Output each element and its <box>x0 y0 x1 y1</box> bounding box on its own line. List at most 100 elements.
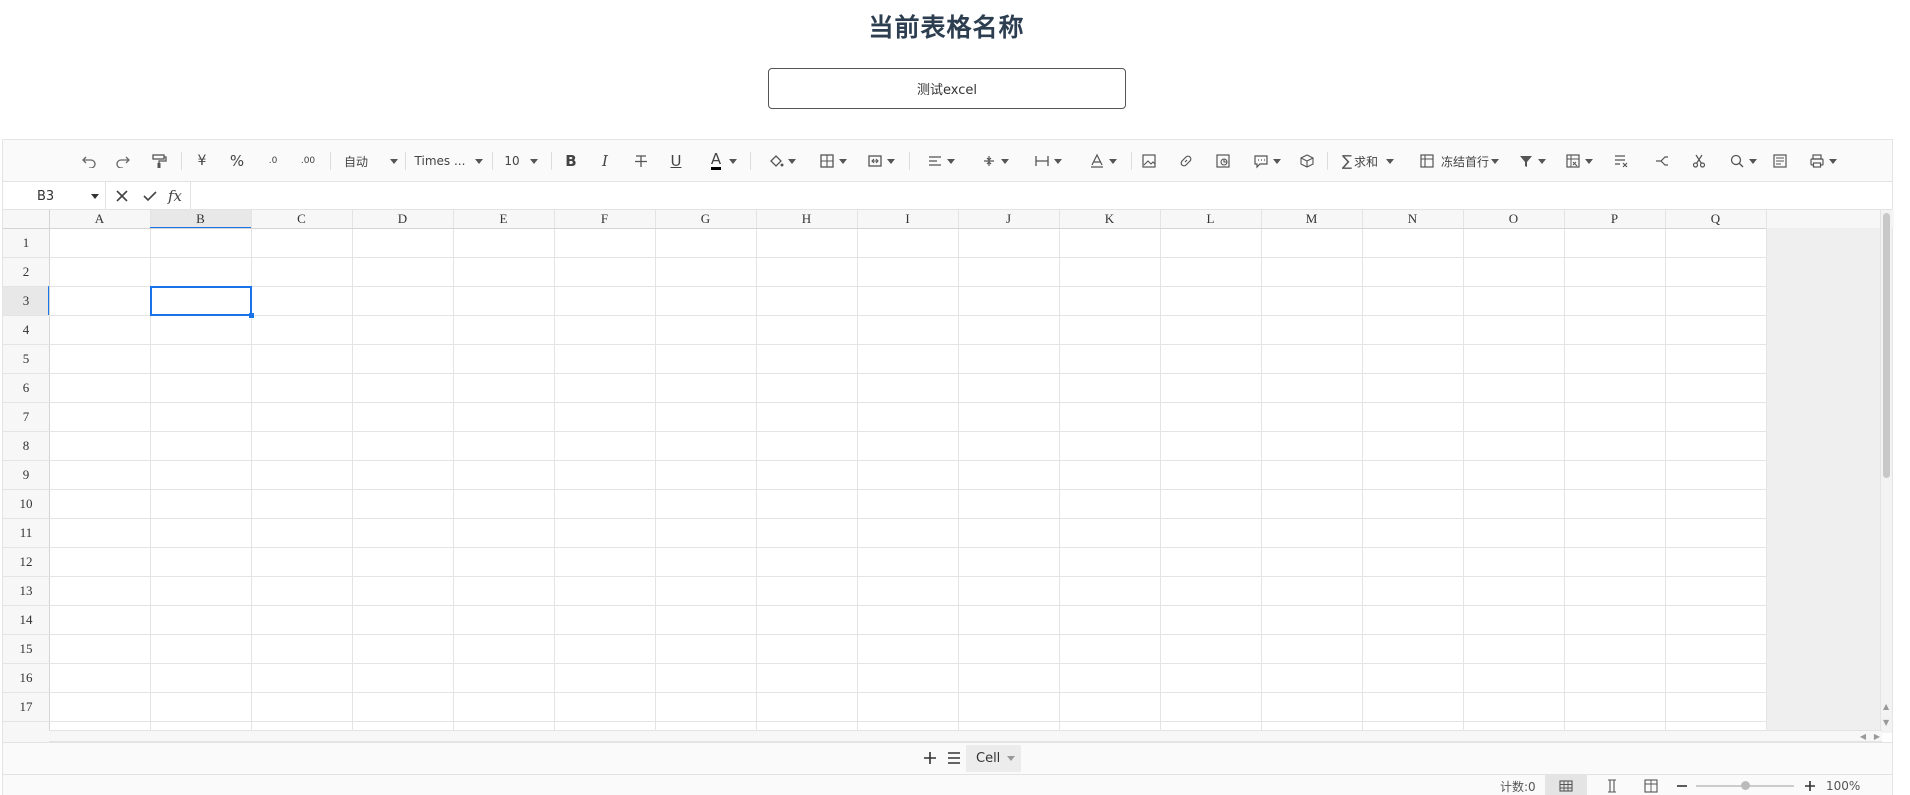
page-title: 当前表格名称 <box>868 13 1025 42</box>
row-header[interactable]: 16 <box>3 663 49 692</box>
formula-input[interactable] <box>190 182 1892 210</box>
underline-button[interactable]: U <box>666 149 686 173</box>
row-header[interactable]: 4 <box>3 315 49 344</box>
conditional-format-button[interactable] <box>1561 149 1597 173</box>
page-layout-view-button[interactable] <box>1640 775 1662 795</box>
column-header[interactable]: O <box>1463 210 1564 228</box>
number-format-select[interactable]: 自动 <box>343 149 399 173</box>
undo-icon <box>82 156 96 168</box>
row-header[interactable]: 12 <box>3 547 49 576</box>
chevron-down-icon[interactable] <box>1007 756 1015 761</box>
column-header[interactable]: D <box>352 210 453 228</box>
sheet-tab[interactable]: Cell <box>966 745 1021 772</box>
scroll-down-icon[interactable]: ▼ <box>1883 718 1889 727</box>
merge-cells-button[interactable] <box>861 149 901 173</box>
row-header[interactable]: 1 <box>3 228 49 257</box>
search-button[interactable] <box>1725 149 1761 173</box>
horizontal-scrollbar[interactable]: ◀ ▶ <box>49 730 1882 742</box>
zoom-out-button[interactable] <box>1675 775 1689 795</box>
screenshot-button[interactable] <box>1297 149 1317 173</box>
column-header[interactable]: M <box>1261 210 1362 228</box>
bold-button[interactable]: B <box>561 149 581 173</box>
toolbar-divider <box>405 152 406 170</box>
column-header[interactable]: H <box>756 210 857 228</box>
column-header[interactable]: L <box>1160 210 1261 228</box>
sheet-list-button[interactable] <box>945 749 963 767</box>
vertical-scroll-thumb[interactable] <box>1883 213 1890 478</box>
insert-link-button[interactable] <box>1176 149 1196 173</box>
row-header[interactable]: 8 <box>3 431 49 460</box>
scroll-left-icon[interactable]: ◀ <box>1860 732 1866 741</box>
row-header[interactable]: 10 <box>3 489 49 518</box>
column-header[interactable]: E <box>453 210 554 228</box>
split-column-button[interactable] <box>1652 149 1672 173</box>
insert-comment-button[interactable] <box>1249 149 1285 173</box>
font-color-button[interactable]: A <box>705 149 743 173</box>
column-header[interactable]: K <box>1059 210 1160 228</box>
row-header[interactable]: 2 <box>3 257 49 286</box>
vertical-scrollbar[interactable]: ▲ ▼ <box>1880 210 1892 733</box>
column-header[interactable]: N <box>1362 210 1463 228</box>
row-header[interactable]: 5 <box>3 344 49 373</box>
row-header[interactable]: 9 <box>3 460 49 489</box>
row-header[interactable]: 13 <box>3 576 49 605</box>
insert-chart-button[interactable] <box>1213 149 1233 173</box>
font-family-select[interactable]: Times ... <box>413 149 485 173</box>
undo-button[interactable] <box>79 149 99 173</box>
scroll-up-icon[interactable]: ▲ <box>1883 702 1889 711</box>
column-header[interactable]: P <box>1564 210 1665 228</box>
italic-button[interactable]: I <box>595 149 615 173</box>
decimal-decrease-button[interactable]: .0 <box>263 149 283 173</box>
percent-button[interactable]: % <box>227 149 247 173</box>
cut-button[interactable] <box>1689 149 1709 173</box>
page-break-view-button[interactable] <box>1601 775 1623 795</box>
add-sheet-button[interactable] <box>921 749 939 767</box>
selected-cell[interactable] <box>150 286 252 316</box>
filter-button[interactable] <box>1515 149 1549 173</box>
column-header[interactable]: F <box>554 210 655 228</box>
font-size-select[interactable]: 10 <box>501 149 541 173</box>
row-header[interactable]: 7 <box>3 402 49 431</box>
row-header[interactable]: 14 <box>3 605 49 634</box>
print-button[interactable] <box>1805 149 1841 173</box>
cell-reference-box[interactable]: B3 <box>3 182 106 210</box>
redo-button[interactable] <box>113 149 133 173</box>
function-button[interactable]: fx <box>165 186 185 206</box>
insert-image-button[interactable] <box>1139 149 1159 173</box>
zoom-slider-thumb[interactable] <box>1741 781 1750 790</box>
text-rotate-button[interactable] <box>1083 149 1123 173</box>
column-header[interactable]: A <box>49 210 150 228</box>
vertical-align-button[interactable] <box>975 149 1015 173</box>
cancel-edit-button[interactable] <box>113 186 131 206</box>
data-validation-button[interactable] <box>1611 149 1631 173</box>
sheet-name-input[interactable] <box>768 68 1126 109</box>
format-painter-button[interactable] <box>149 149 169 173</box>
row-header[interactable]: 15 <box>3 634 49 663</box>
fill-color-button[interactable] <box>763 149 801 173</box>
column-header[interactable]: I <box>857 210 958 228</box>
template-button[interactable] <box>1770 149 1790 173</box>
column-header[interactable]: C <box>251 210 352 228</box>
decimal-increase-button[interactable]: .00 <box>297 149 319 173</box>
column-header[interactable]: G <box>655 210 756 228</box>
column-header[interactable]: Q <box>1665 210 1766 228</box>
confirm-edit-button[interactable] <box>141 186 159 206</box>
row-header[interactable]: 11 <box>3 518 49 547</box>
column-header[interactable]: B <box>150 210 251 228</box>
scroll-right-icon[interactable]: ▶ <box>1874 732 1880 741</box>
fill-handle[interactable] <box>249 313 254 318</box>
text-wrap-button[interactable] <box>1028 149 1068 173</box>
column-header[interactable]: J <box>958 210 1059 228</box>
zoom-in-button[interactable] <box>1803 775 1817 795</box>
row-header[interactable]: 6 <box>3 373 49 402</box>
cell-grid[interactable]: A B C D E F G H I J K L M N O P Q 1 2 3 4 5 6 7 8 9 10 11 12 13 14 15 16… <box>3 210 1894 744</box>
horizontal-align-button[interactable] <box>921 149 961 173</box>
strikethrough-button[interactable] <box>631 149 651 173</box>
freeze-button[interactable]: 冻结首行 <box>1413 149 1505 173</box>
sum-button[interactable]: ∑ 求和 <box>1337 149 1399 173</box>
normal-view-button[interactable] <box>1545 775 1587 795</box>
currency-button[interactable]: ¥ <box>193 149 211 173</box>
row-header[interactable]: 3 <box>3 286 49 315</box>
row-header[interactable]: 17 <box>3 692 49 721</box>
border-button[interactable] <box>813 149 853 173</box>
